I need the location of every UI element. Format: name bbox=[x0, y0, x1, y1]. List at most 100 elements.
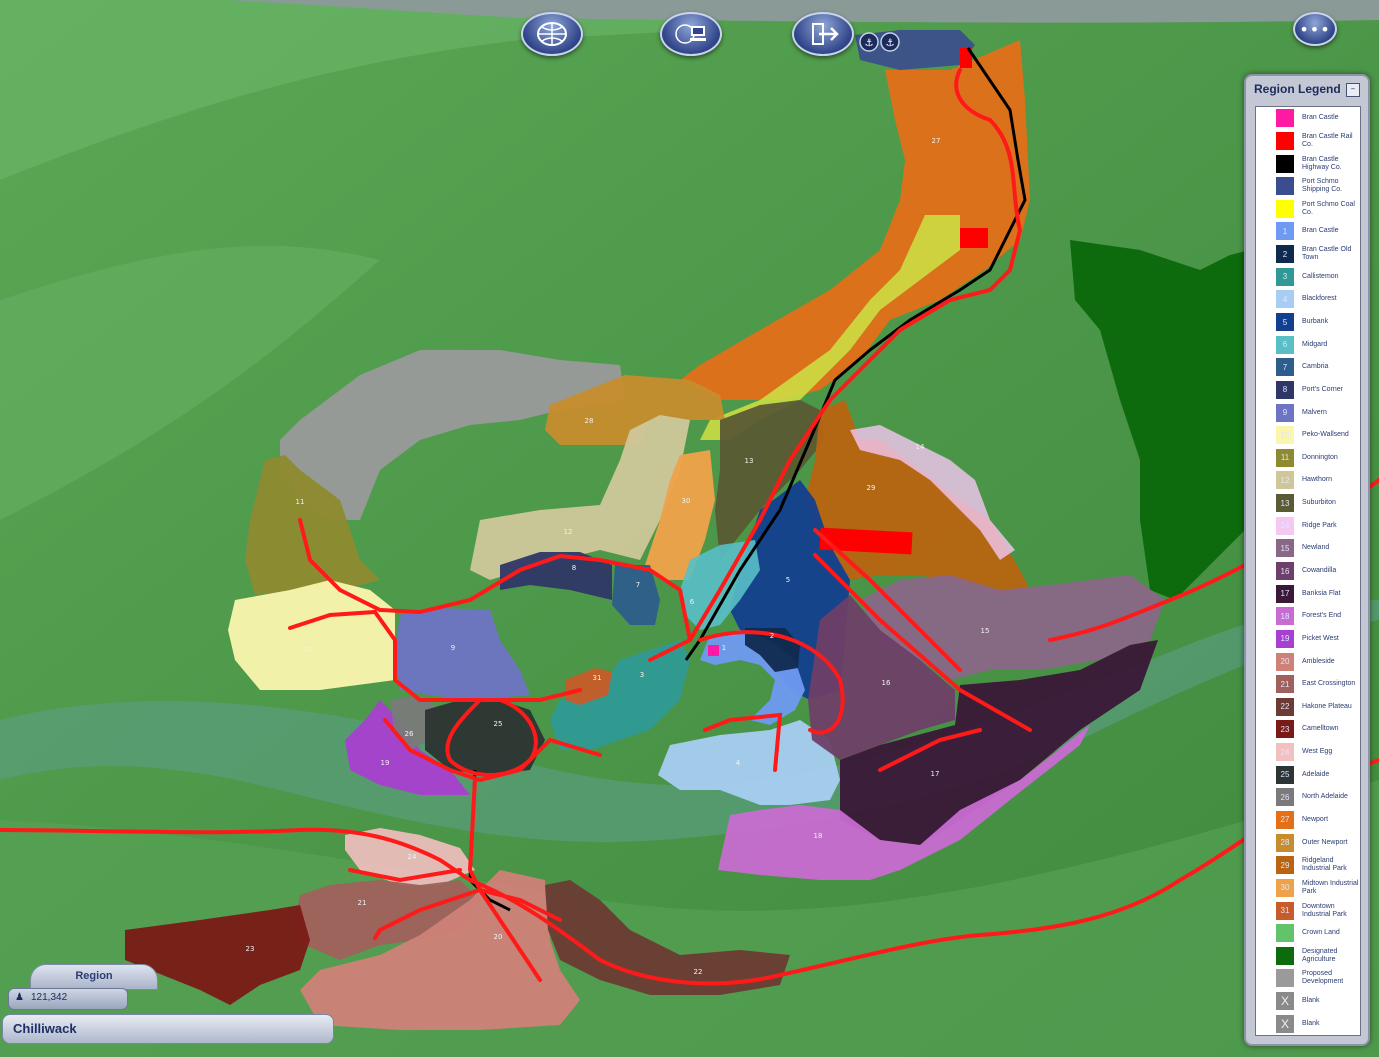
legend-item-label: Midgard bbox=[1302, 340, 1328, 348]
legend-minimize-button[interactable]: – bbox=[1346, 83, 1360, 97]
network-computer-icon bbox=[675, 24, 706, 44]
legend-item[interactable]: Bran Castle Highway Co. bbox=[1276, 153, 1360, 175]
city-label: 12 bbox=[564, 528, 573, 536]
legend-item[interactable]: 13 Suburbiton bbox=[1276, 492, 1360, 514]
legend-swatch: 23 bbox=[1276, 720, 1294, 739]
legend-item[interactable]: X Blank bbox=[1276, 990, 1360, 1012]
legend-swatch: 14 bbox=[1276, 516, 1294, 535]
exit-button[interactable] bbox=[792, 12, 854, 56]
legend-swatch: 2 bbox=[1276, 245, 1294, 264]
legend-item[interactable]: 22 Hakone Plateau bbox=[1276, 696, 1360, 718]
legend-item[interactable]: 18 Forest's End bbox=[1276, 605, 1360, 627]
legend-swatch: 17 bbox=[1276, 584, 1294, 603]
rail-yard bbox=[960, 228, 988, 248]
city-label: 31 bbox=[593, 674, 602, 682]
region-map[interactable]: 1 2 3 4 5 6 7 8 9 10 11 12 13 14 15 16 1… bbox=[0, 0, 1379, 1057]
zone-bran-castle-marker bbox=[708, 645, 719, 656]
legend-swatch: X bbox=[1276, 992, 1294, 1011]
region-name-bar[interactable]: Chilliwack bbox=[2, 1014, 334, 1044]
legend-swatch: 7 bbox=[1276, 358, 1294, 377]
legend-item-label: Crown Land bbox=[1302, 929, 1340, 937]
legend-item[interactable]: Bran Castle bbox=[1276, 107, 1360, 129]
legend-item[interactable]: 14 Ridge Park bbox=[1276, 515, 1360, 537]
network-button[interactable] bbox=[660, 12, 722, 56]
legend-item-label: Newland bbox=[1302, 544, 1330, 552]
legend-item[interactable]: 24 West Egg bbox=[1276, 741, 1360, 763]
legend-item[interactable]: Port Schmo Coal Co. bbox=[1276, 198, 1360, 220]
region-tab[interactable]: Region bbox=[30, 964, 158, 990]
svg-text:⚓: ⚓ bbox=[865, 38, 874, 49]
legend-swatch: 8 bbox=[1276, 380, 1294, 399]
legend-item[interactable]: 25 Adelaide bbox=[1276, 764, 1360, 786]
legend-item[interactable]: 2 Bran Castle Old Town bbox=[1276, 243, 1360, 265]
legend-item-label: North Adelaide bbox=[1302, 793, 1348, 801]
legend-item[interactable]: 6 Midgard bbox=[1276, 334, 1360, 356]
legend-swatch: X bbox=[1276, 1014, 1294, 1033]
legend-item-label: Cowandilla bbox=[1302, 567, 1337, 574]
exit-arrow-icon bbox=[812, 23, 839, 45]
legend-item-label: Adelaide bbox=[1302, 770, 1330, 778]
legend-item[interactable]: Bran Castle Rail Co. bbox=[1276, 130, 1360, 152]
legend-item[interactable]: 20 Ambleside bbox=[1276, 651, 1360, 673]
legend-item-label: Bran Castle Rail Co. bbox=[1302, 132, 1353, 148]
region-view-button[interactable] bbox=[521, 12, 583, 56]
legend-swatch: 18 bbox=[1276, 607, 1294, 626]
legend-list: Bran Castle Bran Castle Rail Co. Bran Cast… bbox=[1255, 106, 1361, 1036]
legend-item-label: West Egg bbox=[1302, 748, 1333, 756]
legend-swatch: 16 bbox=[1276, 562, 1294, 580]
legend-item[interactable]: 29 Ridgeland Industrial Park bbox=[1276, 854, 1360, 876]
legend-item[interactable]: 21 East Crossington bbox=[1276, 673, 1360, 695]
legend-item[interactable]: 7 Cambria bbox=[1276, 356, 1360, 378]
city-label: 5 bbox=[786, 576, 790, 584]
legend-item[interactable]: 27 Newport bbox=[1276, 809, 1360, 831]
legend-item[interactable]: 23 Camelltown bbox=[1276, 718, 1360, 740]
population-value: 121,342 bbox=[31, 992, 68, 1003]
legend-swatch: 4 bbox=[1276, 290, 1294, 309]
city-label: 10 bbox=[304, 646, 313, 654]
legend-item[interactable]: 17 Banksia Flat bbox=[1276, 583, 1360, 605]
legend-swatch: 20 bbox=[1276, 652, 1294, 671]
legend-item[interactable]: 11 Donnington bbox=[1276, 447, 1360, 469]
legend-item[interactable]: X Blank bbox=[1276, 1013, 1360, 1035]
legend-item-label: Bran Castle Highway Co. bbox=[1302, 155, 1342, 171]
legend-item-label: Outer Newport bbox=[1302, 838, 1348, 846]
legend-item[interactable]: 4 Blackforest bbox=[1276, 288, 1360, 310]
city-label: 15 bbox=[981, 627, 990, 635]
legend-item[interactable]: Designated Agriculture bbox=[1276, 945, 1360, 967]
city-label: 4 bbox=[736, 759, 741, 767]
legend-swatch: 6 bbox=[1276, 335, 1294, 354]
legend-swatch: 1 bbox=[1276, 222, 1294, 241]
city-label: 29 bbox=[867, 484, 876, 492]
legend-swatch: 24 bbox=[1276, 743, 1294, 762]
legend-item[interactable]: 3 Callistemon bbox=[1276, 266, 1360, 288]
legend-item[interactable]: Crown Land bbox=[1276, 922, 1360, 944]
legend-item[interactable]: 30 Midtown Industrial Park bbox=[1276, 877, 1360, 899]
legend-item[interactable]: 31 Downtown Industrial Park bbox=[1276, 900, 1360, 922]
region-legend-panel: Region Legend – Bran Castle Bran Castle R… bbox=[1244, 74, 1370, 1046]
legend-item[interactable]: 16 Cowandilla bbox=[1276, 560, 1360, 582]
legend-item[interactable]: 1 Bran Castle bbox=[1276, 220, 1360, 242]
legend-swatch: 28 bbox=[1276, 833, 1294, 852]
legend-item[interactable]: 9 Malvern bbox=[1276, 402, 1360, 424]
legend-item-label: Ridge Park bbox=[1302, 521, 1337, 529]
legend-item[interactable]: 8 Port's Corner bbox=[1276, 379, 1360, 401]
more-options-button[interactable]: ••• bbox=[1293, 12, 1337, 46]
legend-swatch: 3 bbox=[1276, 267, 1294, 286]
city-label: 28 bbox=[585, 417, 594, 425]
legend-item[interactable]: 26 North Adelaide bbox=[1276, 786, 1360, 808]
legend-item[interactable]: 19 Picket West bbox=[1276, 628, 1360, 650]
legend-swatch bbox=[1276, 199, 1294, 218]
legend-swatch bbox=[1276, 154, 1294, 173]
legend-item[interactable]: 10 Peko-Wallsend bbox=[1276, 424, 1360, 446]
city-label: 9 bbox=[451, 644, 455, 652]
legend-item[interactable]: Port Schmo Shipping Co. bbox=[1276, 175, 1360, 197]
legend-item-label: Blank bbox=[1302, 997, 1320, 1005]
legend-item[interactable]: Proposed Development bbox=[1276, 967, 1360, 989]
legend-swatch bbox=[1276, 131, 1294, 150]
legend-item[interactable]: 15 Newland bbox=[1276, 537, 1360, 559]
legend-item[interactable]: 5 Burbank bbox=[1276, 311, 1360, 333]
city-label: 21 bbox=[358, 899, 367, 907]
legend-item-label: Proposed Development bbox=[1302, 970, 1344, 986]
legend-item[interactable]: 28 Outer Newport bbox=[1276, 832, 1360, 854]
legend-item[interactable]: 12 Hawthorn bbox=[1276, 469, 1360, 491]
